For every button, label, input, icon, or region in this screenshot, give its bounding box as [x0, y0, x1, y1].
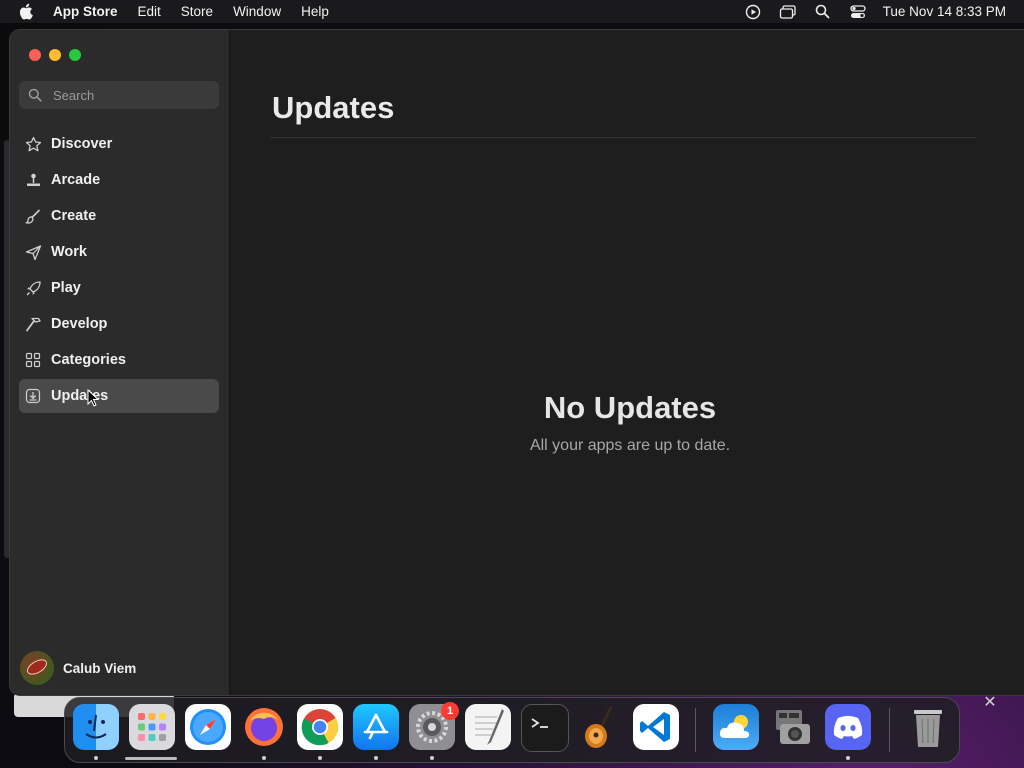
brush-icon — [24, 207, 42, 225]
hammer-icon — [24, 315, 42, 333]
dock-launchpad[interactable] — [129, 704, 175, 750]
sidebar: Discover Arcade Create Work — [10, 30, 230, 695]
dock-terminal[interactable] — [521, 704, 569, 752]
sidebar-item-discover[interactable]: Discover — [19, 127, 219, 161]
dock-separator — [889, 708, 890, 752]
menu-app-name[interactable]: App Store — [53, 4, 118, 19]
empty-state-title: No Updates — [543, 390, 717, 425]
dock-safari[interactable] — [185, 704, 231, 750]
chrome-icon — [301, 709, 339, 746]
menu-clock[interactable]: Tue Nov 14 8:33 PM — [883, 4, 1006, 19]
sidebar-item-label: Create — [51, 208, 97, 224]
menu-help[interactable]: Help — [301, 4, 329, 19]
discord-icon — [833, 716, 863, 739]
mouse-cursor-icon — [87, 389, 99, 407]
dock-separator — [695, 708, 696, 752]
sidebar-item-create[interactable]: Create — [19, 199, 219, 233]
sidebar-item-develop[interactable]: Develop — [19, 307, 219, 341]
menu-bar: App Store Edit Store Window Help Tue Nov… — [0, 0, 1024, 23]
vscode-icon — [640, 712, 670, 742]
window-switcher-icon[interactable] — [779, 3, 797, 21]
title-divider — [270, 137, 976, 138]
apple-menu-icon[interactable] — [18, 3, 36, 21]
dock-garageband[interactable] — [577, 704, 623, 750]
menu-window[interactable]: Window — [233, 4, 281, 19]
running-indicator — [94, 756, 98, 760]
spotlight-search-icon[interactable] — [814, 3, 832, 21]
sidebar-item-label: Play — [51, 280, 81, 296]
joystick-icon — [24, 171, 42, 189]
notification-badge: 1 — [441, 702, 459, 720]
camera-icon — [776, 710, 810, 744]
window-controls — [29, 49, 81, 61]
menu-store[interactable]: Store — [181, 4, 213, 19]
guitar-icon — [585, 706, 613, 748]
dock-discord[interactable] — [825, 704, 871, 750]
star-icon — [24, 135, 42, 153]
search-input[interactable] — [51, 86, 205, 104]
dock-system-settings[interactable]: 1 — [409, 702, 459, 750]
play-circle-icon[interactable] — [744, 3, 762, 21]
dock: 1 — [64, 697, 960, 763]
grid-icon — [24, 351, 42, 369]
firefox-icon — [245, 708, 283, 746]
dock-trash[interactable] — [905, 704, 951, 750]
sidebar-item-label: Develop — [51, 316, 108, 332]
sidebar-item-label: Updates — [51, 388, 109, 404]
terminal-prompt-icon — [531, 718, 548, 728]
dock-vscode[interactable] — [633, 704, 679, 750]
rocket-icon — [24, 279, 42, 297]
minimize-window-button[interactable] — [49, 49, 61, 61]
menu-edit[interactable]: Edit — [138, 4, 161, 19]
dock-weather[interactable] — [713, 704, 759, 750]
main-content: Updates No Updates All your apps are up … — [230, 30, 1024, 695]
finder-icon — [85, 714, 107, 739]
dock-app-store[interactable] — [353, 704, 399, 750]
sidebar-item-updates[interactable]: Updates — [19, 379, 219, 413]
dock-chrome[interactable] — [297, 704, 343, 750]
trash-icon — [914, 710, 942, 747]
sidebar-item-label: Discover — [51, 136, 113, 152]
search-field[interactable] — [19, 81, 219, 109]
dock-textedit[interactable] — [465, 704, 511, 750]
textedit-page-icon — [475, 709, 504, 745]
sidebar-nav: Discover Arcade Create Work Play Develop… — [19, 127, 219, 415]
sidebar-item-label: Categories — [51, 352, 126, 368]
running-indicator — [262, 756, 266, 760]
cloud-sun-icon — [719, 715, 750, 738]
control-center-icon[interactable] — [849, 3, 867, 21]
app-store-window: Discover Arcade Create Work — [10, 30, 1024, 695]
running-indicator — [430, 756, 434, 760]
safari-compass-icon — [190, 709, 226, 745]
user-account[interactable]: Calub Viem — [20, 651, 136, 685]
avatar[interactable] — [20, 651, 54, 685]
sidebar-item-play[interactable]: Play — [19, 271, 219, 305]
sidebar-item-categories[interactable]: Categories — [19, 343, 219, 377]
page-title: Updates — [272, 90, 395, 125]
dock-finder[interactable] — [73, 704, 119, 750]
close-icon[interactable]: ✕ — [982, 695, 998, 711]
sidebar-item-label: Work — [51, 244, 87, 260]
user-name: Calub Viem — [63, 660, 137, 676]
empty-state-subtitle: All your apps are up to date. — [529, 437, 731, 454]
close-window-button[interactable] — [29, 49, 41, 61]
sidebar-item-arcade[interactable]: Arcade — [19, 163, 219, 197]
zoom-window-button[interactable] — [69, 49, 81, 61]
running-indicator — [318, 756, 322, 760]
app-store-icon — [363, 713, 389, 740]
dock-scroll-indicator — [125, 757, 177, 760]
running-indicator — [374, 756, 378, 760]
sidebar-item-work[interactable]: Work — [19, 235, 219, 269]
download-icon — [24, 387, 42, 405]
search-icon — [28, 88, 42, 102]
paperplane-icon — [24, 243, 42, 261]
launchpad-grid-icon — [138, 713, 166, 741]
dock-firefox[interactable] — [241, 704, 287, 750]
sidebar-item-label: Arcade — [51, 172, 101, 188]
dock-image-capture[interactable] — [769, 704, 815, 750]
running-indicator — [846, 756, 850, 760]
